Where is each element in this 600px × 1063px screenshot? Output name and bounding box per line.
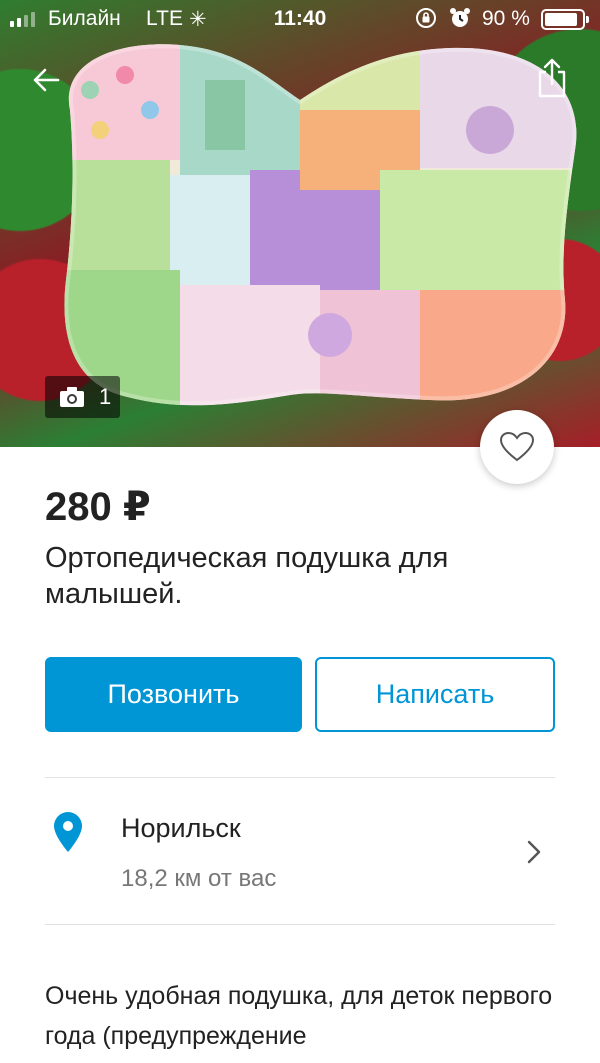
divider [45, 777, 555, 778]
orientation-lock-icon [414, 6, 438, 36]
location-city: Норильск [121, 813, 241, 843]
heart-icon [499, 431, 535, 462]
write-message-button[interactable]: Написать [315, 657, 555, 732]
divider [45, 924, 555, 925]
photo-count: 1 [99, 384, 112, 409]
photo-count-badge[interactable]: 1 [45, 376, 120, 418]
status-bar: Билайн LTE ✳ 11:40 90 % [0, 0, 600, 40]
camera-icon [60, 387, 84, 407]
alarm-icon [449, 6, 471, 36]
battery-icon [541, 9, 589, 30]
battery-percent: 90 % [482, 7, 530, 30]
share-icon [538, 58, 566, 98]
back-arrow-icon [33, 68, 60, 92]
listing-title: Ортопедическая подушка для малышей. [45, 542, 449, 610]
listing-description: Очень удобная подушка, для деток первого… [45, 982, 553, 1050]
share-button[interactable] [532, 56, 572, 100]
chevron-right-icon [527, 840, 541, 864]
listing-photo[interactable]: Билайн LTE ✳ 11:40 90 % 1 [0, 0, 600, 447]
location-distance: 18,2 км от вас [121, 865, 277, 892]
favorite-button[interactable] [480, 410, 554, 484]
listing-price: 280 ₽ [45, 485, 151, 529]
location-pin-icon [54, 812, 82, 852]
back-button[interactable] [28, 60, 68, 100]
call-button[interactable]: Позвонить [45, 657, 302, 732]
